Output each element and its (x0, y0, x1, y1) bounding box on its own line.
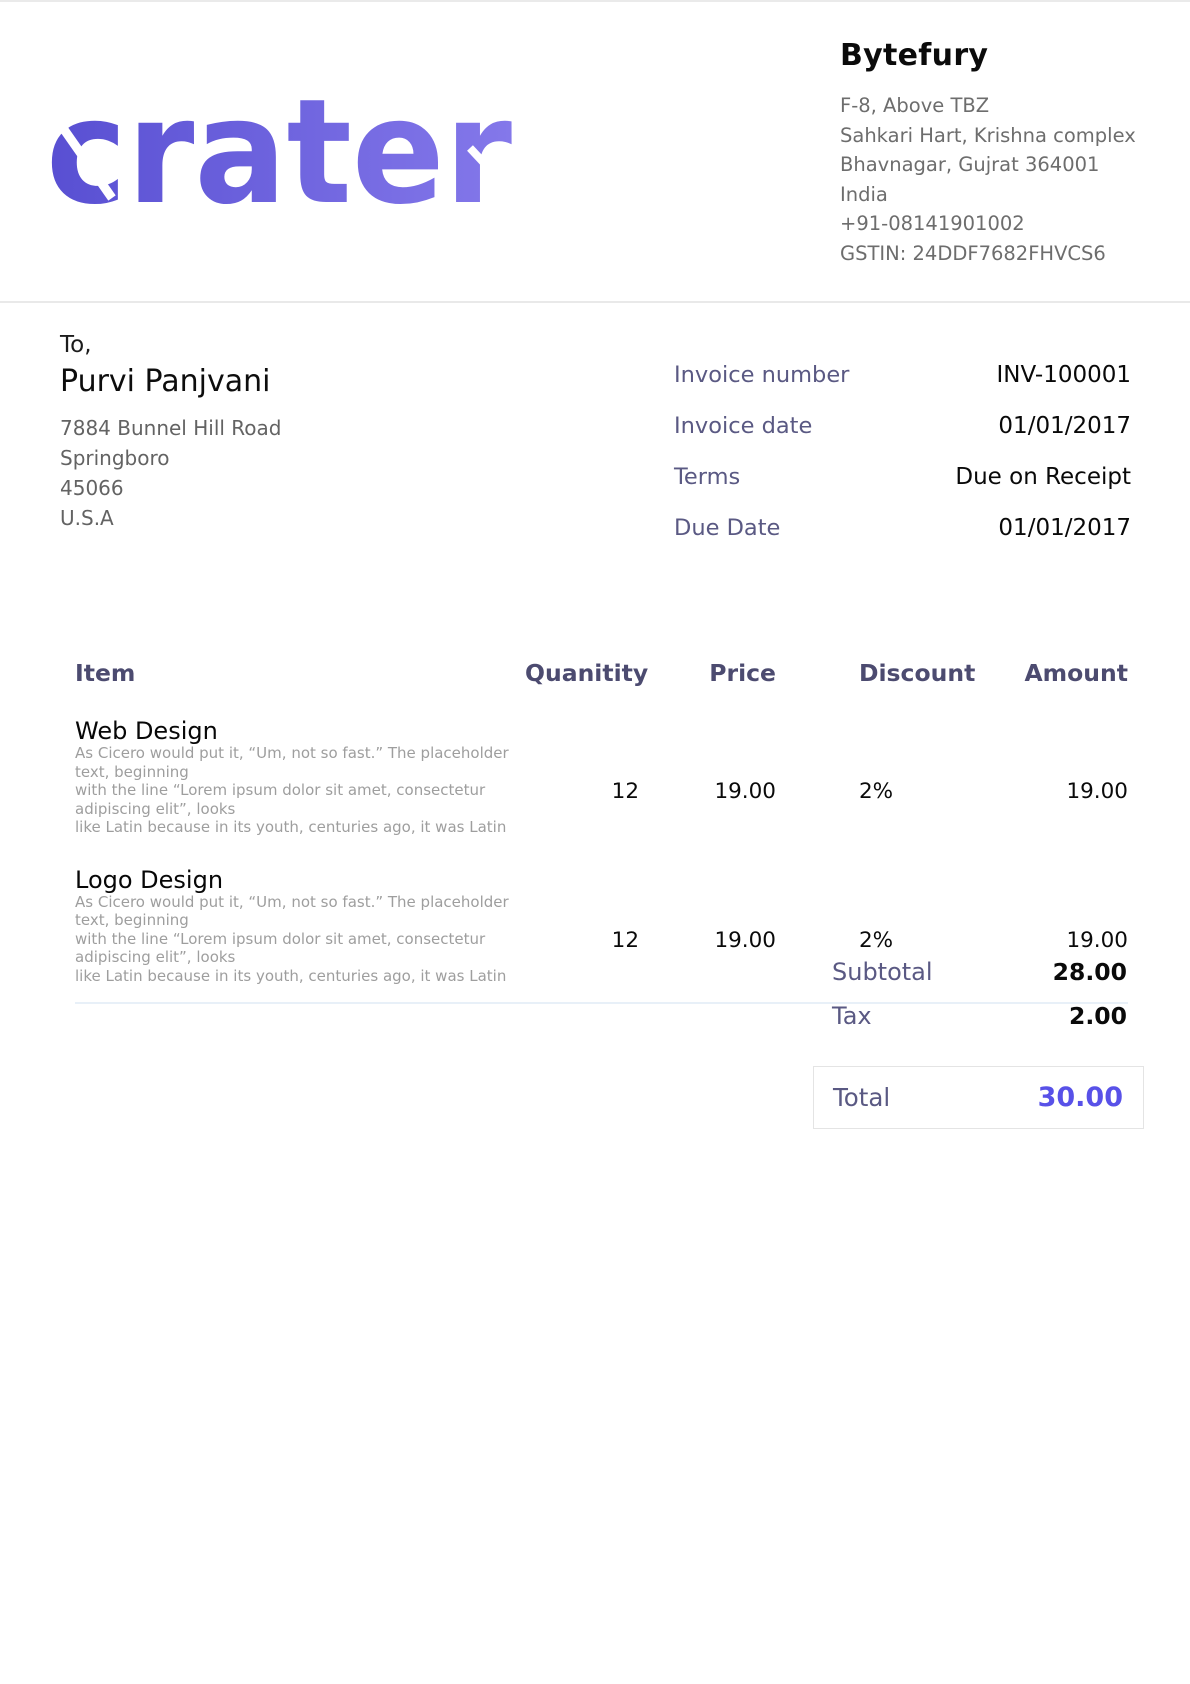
column-header-discount: Discount (776, 658, 967, 688)
company-address-line: F-8, Above TBZ (840, 91, 1160, 121)
invoice-number-row: Invoice number INV-100001 (674, 360, 1131, 390)
company-gstin: GSTIN: 24DDF7682FHVCS6 (840, 239, 1160, 269)
column-header-quantity: Quanitity (525, 658, 639, 688)
invoice-number-label: Invoice number (674, 360, 849, 390)
due-date-row: Due Date 01/01/2017 (674, 513, 1131, 543)
item-price: 19.00 (639, 867, 776, 986)
terms-value: Due on Receipt (955, 462, 1131, 492)
item-amount: 19.00 (967, 718, 1128, 837)
column-header-amount: Amount (967, 658, 1128, 688)
total-label: Total (833, 1083, 890, 1112)
invoice-date-row: Invoice date 01/01/2017 (674, 411, 1131, 441)
invoice-date-value: 01/01/2017 (998, 411, 1131, 441)
tax-label: Tax (832, 1001, 872, 1032)
subtotal-row: Subtotal 28.00 (813, 957, 1144, 988)
total-value: 30.00 (1038, 1082, 1123, 1113)
item-cell: Logo Design As Cicero would put it, “Um,… (75, 867, 525, 986)
company-address-line: India (840, 180, 1160, 210)
crater-logo-image: crater (46, 90, 516, 220)
item-price: 19.00 (639, 718, 776, 837)
invoice-number-value: INV-100001 (997, 360, 1131, 390)
item-name: Logo Design (75, 867, 525, 893)
due-date-value: 01/01/2017 (998, 513, 1131, 543)
invoice-date-label: Invoice date (674, 411, 812, 441)
company-info: Bytefury F-8, Above TBZ Sahkari Hart, Kr… (840, 38, 1160, 268)
tax-row: Tax 2.00 (813, 1001, 1144, 1032)
column-header-item: Item (75, 658, 525, 688)
company-name: Bytefury (840, 38, 1160, 73)
invoice-page: crater Bytefury F-8, Above TBZ Sahkari H… (0, 0, 1190, 1684)
company-address-line: Sahkari Hart, Krishna complex (840, 121, 1160, 151)
invoice-meta: Invoice number INV-100001 Invoice date 0… (674, 360, 1131, 564)
total-box: Total 30.00 (813, 1066, 1144, 1129)
items-table-header: Item Quanitity Price Discount Amount (75, 658, 1128, 688)
item-discount: 2% (776, 718, 967, 837)
item-quantity: 12 (525, 718, 639, 837)
to-label: To, (60, 332, 281, 358)
totals-section: Subtotal 28.00 Tax 2.00 Total 30.00 (813, 957, 1144, 1129)
svg-text:crater: crater (46, 90, 512, 220)
item-name: Web Design (75, 718, 525, 744)
customer-address-line: U.S.A (60, 503, 281, 533)
customer-name: Purvi Panjvani (60, 364, 281, 399)
item-description: As Cicero would put it, “Um, not so fast… (75, 744, 525, 837)
subtotal-value: 28.00 (1053, 957, 1127, 988)
customer-address-line: Springboro (60, 443, 281, 473)
column-header-price: Price (639, 658, 776, 688)
subtotal-label: Subtotal (832, 957, 933, 988)
header-divider (0, 301, 1190, 303)
customer-address-line: 45066 (60, 473, 281, 503)
company-phone: +91-08141901002 (840, 209, 1160, 239)
items-table: Item Quanitity Price Discount Amount Web… (75, 658, 1128, 1004)
table-row: Web Design As Cicero would put it, “Um, … (75, 718, 1128, 837)
bill-to-block: To, Purvi Panjvani 7884 Bunnel Hill Road… (60, 332, 281, 533)
terms-label: Terms (674, 462, 740, 492)
due-date-label: Due Date (674, 513, 780, 543)
item-description: As Cicero would put it, “Um, not so fast… (75, 893, 525, 986)
item-quantity: 12 (525, 867, 639, 986)
company-address-line: Bhavnagar, Gujrat 364001 (840, 150, 1160, 180)
item-cell: Web Design As Cicero would put it, “Um, … (75, 718, 525, 837)
terms-row: Terms Due on Receipt (674, 462, 1131, 492)
customer-address-line: 7884 Bunnel Hill Road (60, 413, 281, 443)
tax-value: 2.00 (1069, 1001, 1127, 1032)
crater-logo: crater (46, 90, 516, 220)
